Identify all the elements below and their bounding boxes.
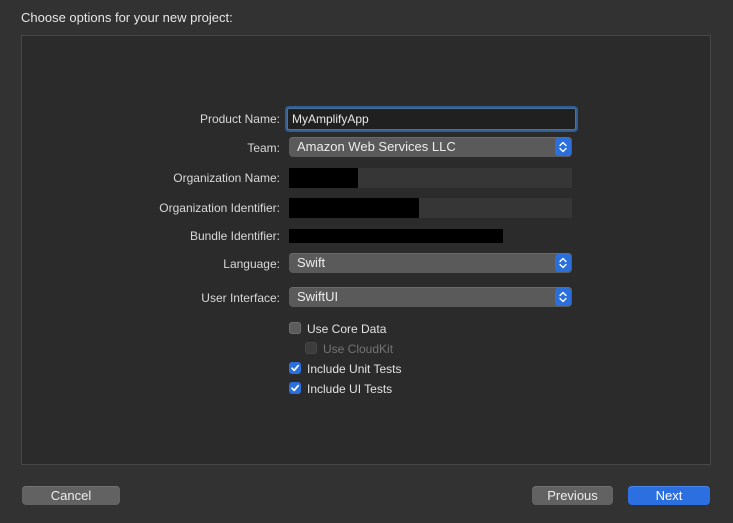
team-row: Team: Amazon Web Services LLC	[0, 136, 733, 160]
organization-identifier-label: Organization Identifier:	[159, 201, 280, 215]
previous-button[interactable]: Previous	[532, 486, 613, 505]
user-interface-label: User Interface:	[201, 291, 280, 305]
user-interface-row: User Interface: SwiftUI	[0, 286, 733, 310]
checkbox-box	[305, 342, 317, 354]
bundle-identifier-row: Bundle Identifier:	[0, 224, 733, 248]
cancel-button[interactable]: Cancel	[22, 486, 120, 505]
team-popup-value: Amazon Web Services LLC	[297, 139, 456, 154]
team-popup[interactable]: Amazon Web Services LLC	[289, 137, 572, 157]
organization-name-label: Organization Name:	[173, 171, 280, 185]
language-popup-value: Swift	[297, 255, 326, 270]
chevron-up-down-icon	[555, 254, 571, 272]
organization-identifier-row: Organization Identifier:	[0, 196, 733, 220]
options-panel	[21, 35, 711, 465]
checkmark-icon	[291, 384, 300, 392]
checkbox-box[interactable]	[289, 362, 301, 374]
language-row: Language: Swift	[0, 252, 733, 276]
user-interface-popup-value: SwiftUI	[297, 289, 339, 304]
bundle-identifier-value	[289, 229, 503, 243]
checkbox-box[interactable]	[289, 322, 301, 334]
checkbox-label: Include UI Tests	[307, 382, 393, 396]
team-label: Team:	[247, 141, 280, 155]
bundle-identifier-label: Bundle Identifier:	[189, 229, 280, 243]
chevron-up-down-icon	[555, 138, 571, 156]
redacted-block	[289, 198, 419, 218]
checkbox-label: Use CloudKit	[323, 342, 394, 356]
organization-name-row: Organization Name:	[0, 166, 733, 190]
checkbox-label: Include Unit Tests	[307, 362, 402, 376]
product-name-label: Product Name:	[199, 112, 280, 126]
sheet-title: Choose options for your new project:	[21, 10, 233, 25]
organization-name-field[interactable]	[289, 168, 572, 188]
product-name-row: Product Name:	[0, 107, 733, 131]
chevron-up-down-icon	[555, 288, 571, 306]
product-name-field[interactable]	[287, 108, 576, 130]
language-popup[interactable]: Swift	[289, 253, 572, 273]
next-button[interactable]: Next	[628, 486, 710, 505]
checkmark-icon	[291, 364, 300, 372]
language-label: Language:	[223, 257, 280, 271]
checkbox-box[interactable]	[289, 382, 301, 394]
redacted-block	[289, 168, 358, 188]
checkbox-label: Use Core Data	[307, 322, 387, 336]
user-interface-popup[interactable]: SwiftUI	[289, 287, 572, 307]
organization-identifier-field[interactable]	[289, 198, 572, 218]
